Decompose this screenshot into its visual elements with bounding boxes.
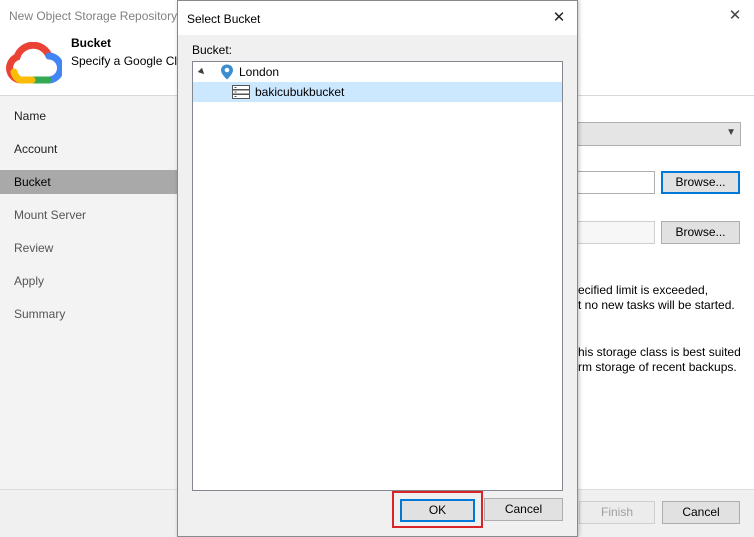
bucket-label: Bucket: — [192, 43, 233, 57]
location-pin-icon — [221, 64, 233, 80]
browse-folder-button[interactable]: Browse... — [661, 221, 740, 244]
bucket-storage-icon — [232, 85, 250, 99]
bucket-label-text: bakicubukbucket — [255, 85, 345, 99]
wizard-steps-panel: Name Account Bucket Mount Server Review … — [0, 96, 178, 489]
browse-bucket-button[interactable]: Browse... — [661, 171, 740, 194]
step-mount-server: Mount Server — [14, 208, 87, 222]
data-center-dropdown[interactable]: ▼ — [574, 122, 741, 146]
tree-node-region[interactable]: London — [193, 62, 562, 82]
limit-note-line-1: ecified limit is exceeded, — [578, 283, 709, 297]
google-cloud-logo-icon — [6, 42, 62, 84]
dialog-close-icon[interactable]: ✕ — [551, 10, 567, 26]
finish-button[interactable]: Finish — [579, 501, 655, 524]
bucket-tree[interactable]: London bakicubukbucket — [192, 61, 563, 491]
dialog-title: Select Bucket — [187, 12, 261, 26]
dialog-title-bar: Select Bucket ✕ — [178, 1, 577, 35]
limit-note-line-2: t no new tasks will be started. — [578, 298, 735, 312]
step-bucket[interactable]: Bucket — [0, 170, 178, 194]
storage-class-note-line-2: rm storage of recent backups. — [578, 360, 737, 374]
storage-class-note-line-1: his storage class is best suited — [578, 345, 741, 359]
wizard-title: New Object Storage Repository — [9, 9, 178, 23]
tree-node-bucket[interactable]: bakicubukbucket — [193, 82, 562, 102]
wizard-step-subtitle: Specify a Google Cloud — [71, 54, 181, 68]
select-bucket-dialog: Select Bucket ✕ Bucket: London bakicubuk… — [177, 0, 578, 537]
step-summary: Summary — [14, 307, 66, 321]
step-apply: Apply — [14, 274, 45, 288]
folder-field[interactable] — [574, 221, 655, 244]
step-review: Review — [14, 241, 54, 255]
ok-highlight-annotation — [392, 491, 483, 528]
expand-arrow-icon[interactable] — [197, 67, 207, 77]
bucket-field[interactable] — [574, 171, 655, 194]
wizard-close-icon[interactable]: ✕ — [727, 8, 743, 24]
step-name[interactable]: Name — [0, 104, 178, 128]
region-label: London — [239, 65, 280, 79]
wizard-step-title: Bucket — [71, 36, 112, 50]
chevron-down-icon: ▼ — [726, 127, 736, 138]
dialog-cancel-button[interactable]: Cancel — [484, 498, 563, 521]
wizard-cancel-button[interactable]: Cancel — [662, 501, 740, 524]
step-account[interactable]: Account — [0, 137, 178, 161]
